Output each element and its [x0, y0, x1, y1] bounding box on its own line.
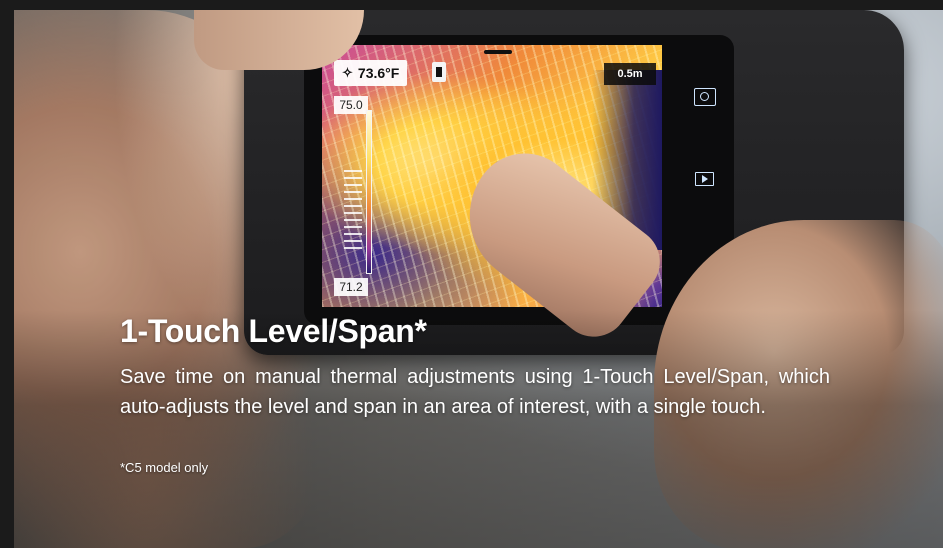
feature-description: Save time on manual thermal adjustments …: [120, 366, 830, 418]
feature-title: 1-Touch Level/Span*: [120, 313, 427, 349]
feature-footnote: *C5 model only: [120, 460, 209, 475]
temperature-scale-bar: [366, 110, 372, 274]
distance-badge: 0.5m: [604, 63, 656, 85]
screen-pull-handle: [484, 50, 512, 54]
scale-min-label: 71.2: [334, 278, 368, 296]
scale-ticks: [344, 170, 362, 250]
spot-temperature-value: 73.6°F: [357, 65, 400, 81]
play-icon: [695, 172, 714, 186]
crosshair-icon: ✧: [342, 65, 353, 80]
camera-icon: [694, 88, 716, 106]
scale-max-label: 75.0: [334, 96, 368, 114]
spot-temperature-badge: ✧ 73.6°F: [334, 60, 408, 86]
battery-icon: [432, 62, 446, 82]
